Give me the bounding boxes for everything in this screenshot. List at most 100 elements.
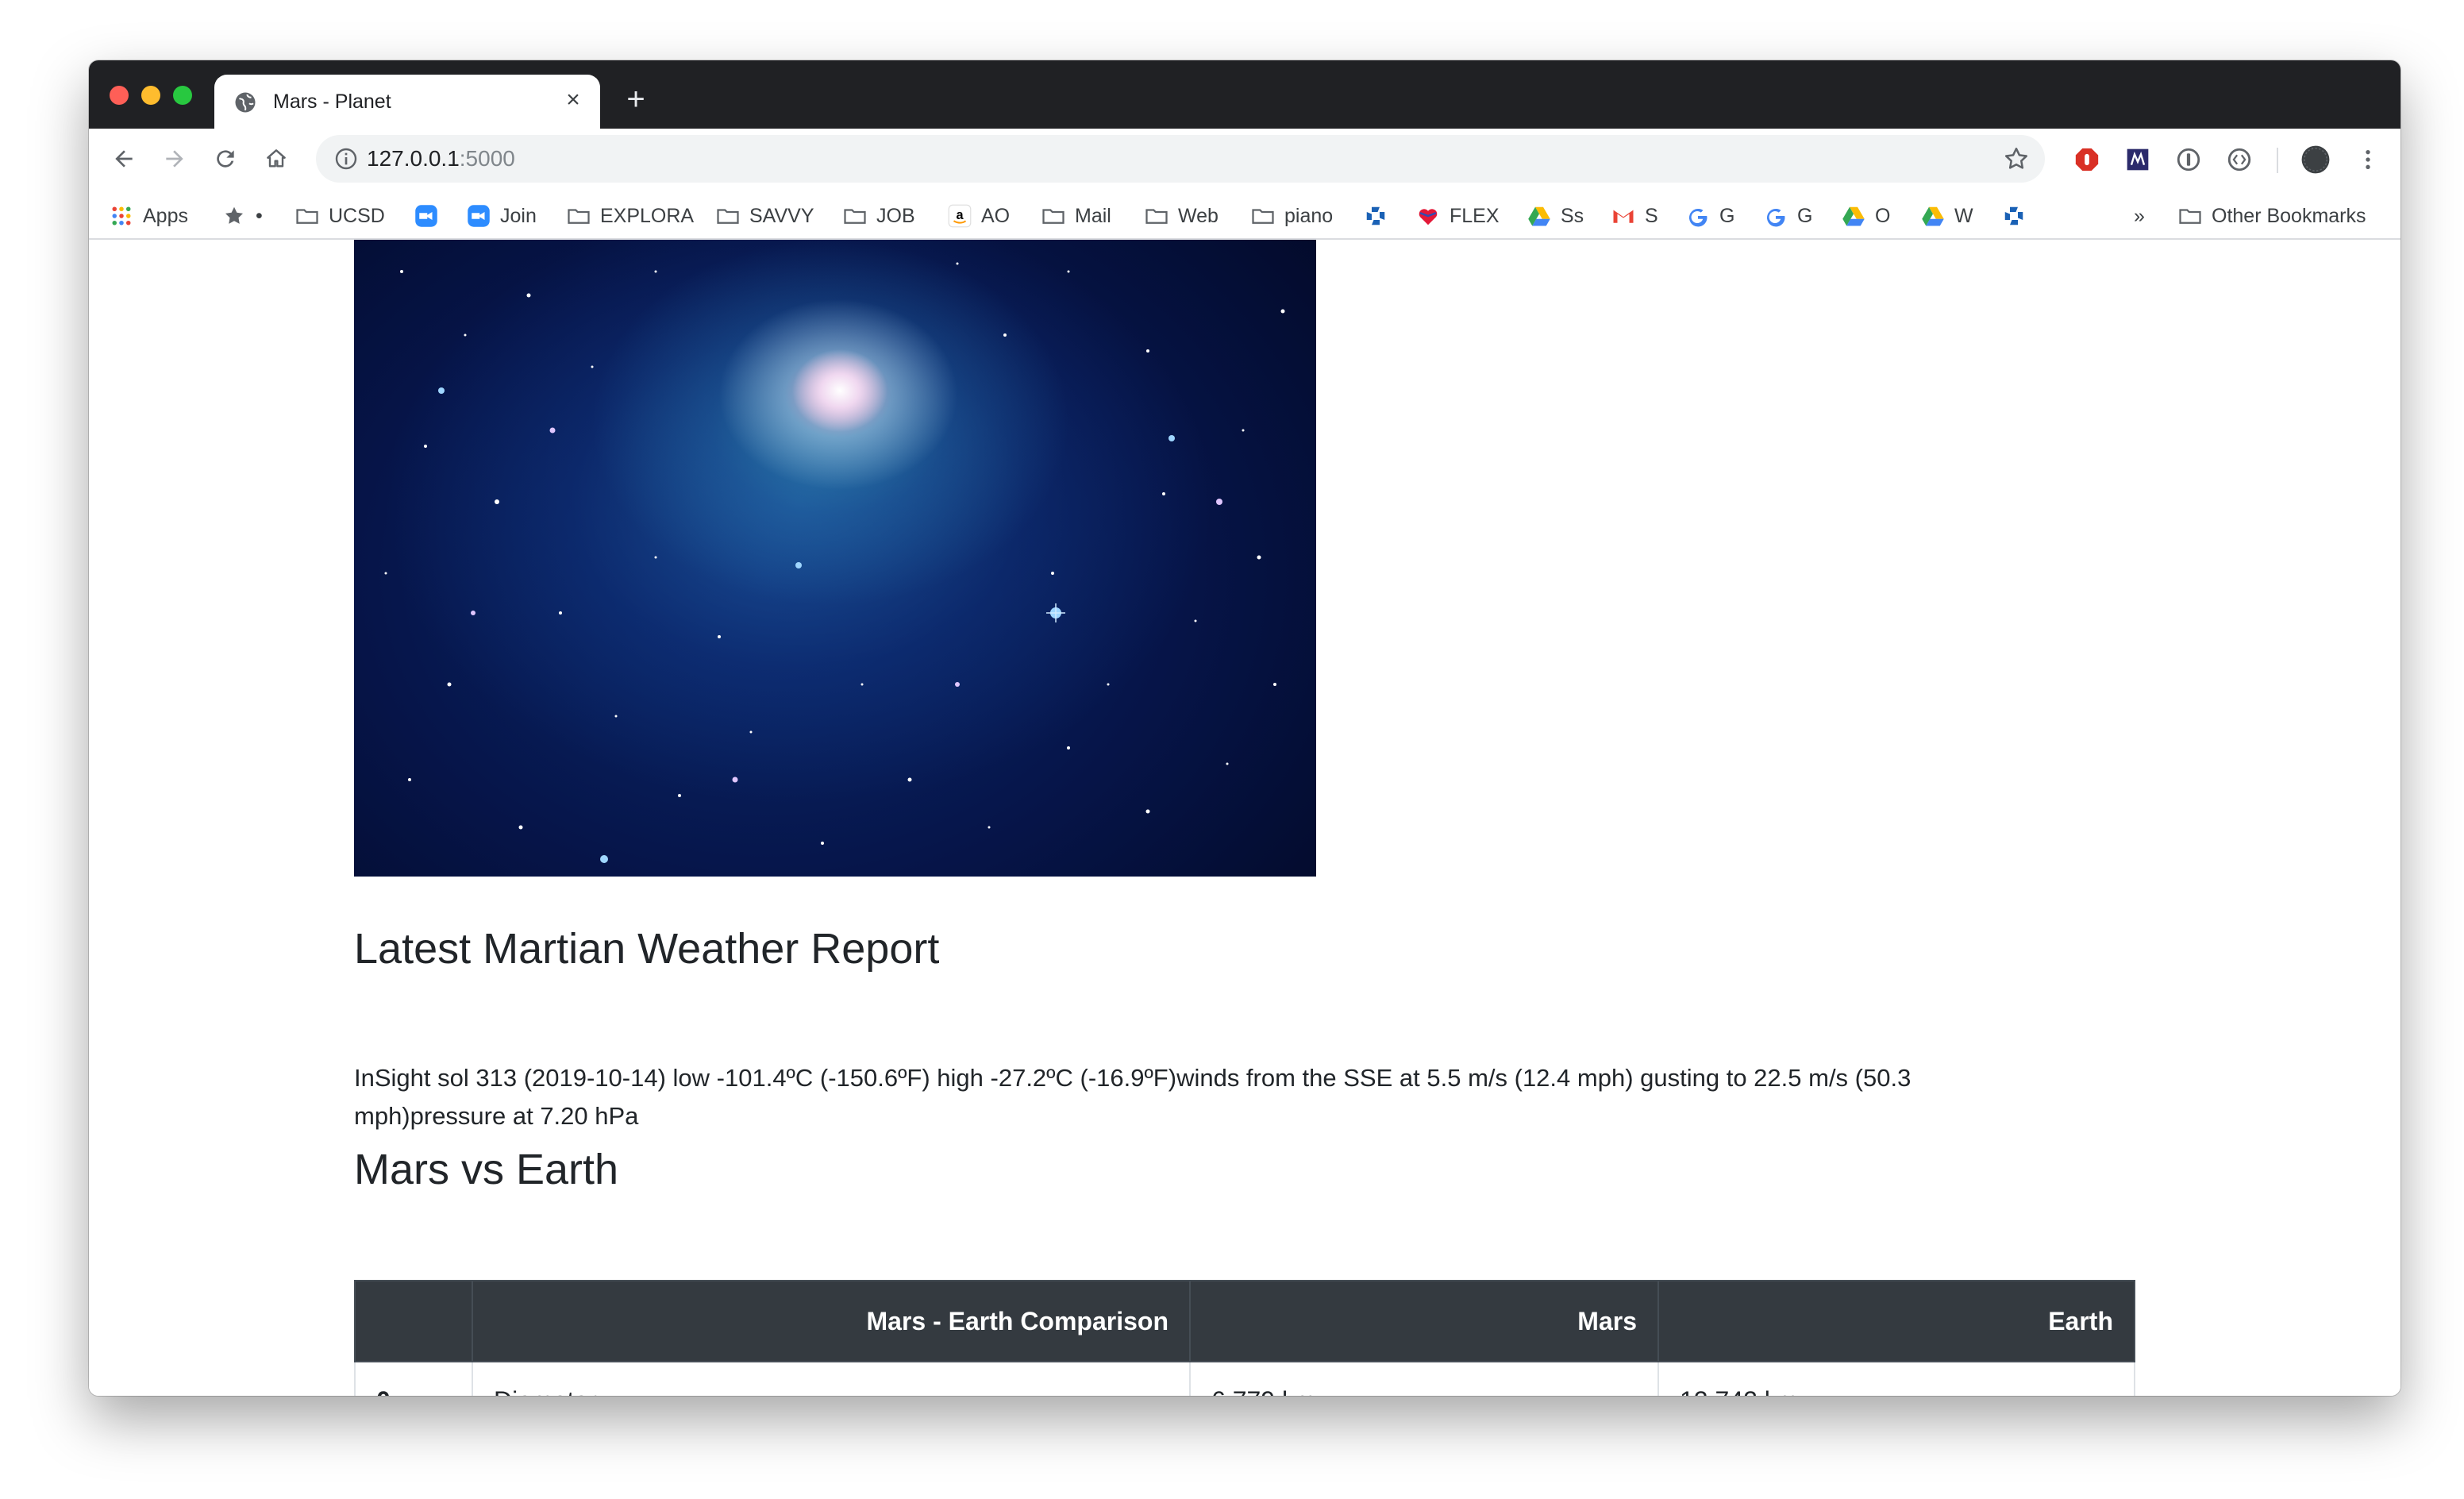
bookmark-flex[interactable]: FLEX: [1416, 202, 1500, 230]
heart-icon: [1419, 209, 1438, 225]
bookmark-label: Mail: [1075, 204, 1111, 227]
bookmark-mail[interactable]: Mail: [1041, 202, 1111, 230]
bookmark-label: FLEX: [1450, 204, 1500, 227]
window-minimize-button[interactable]: [141, 86, 160, 105]
bookmark-savvy[interactable]: SAVVY: [716, 202, 814, 230]
bookmark-label: JOB: [876, 204, 915, 227]
row-mars-value: 6,779 km: [1189, 1361, 1659, 1396]
star-icon: [225, 206, 243, 224]
reload-icon: [217, 150, 234, 168]
folder-icon: [844, 209, 866, 224]
info-icon[interactable]: [333, 146, 359, 171]
url-port: :5000: [459, 146, 515, 171]
menu-dots-icon[interactable]: [2353, 145, 2383, 175]
bookmark-ao[interactable]: a AO: [948, 202, 1010, 230]
back-button[interactable]: [105, 140, 143, 178]
bookmark-google-1[interactable]: G: [1686, 202, 1734, 230]
zoom-icon: [468, 205, 490, 227]
zoom-icon: [415, 205, 437, 227]
google-drive-icon: [1528, 206, 1550, 226]
bookmark-label: W: [1954, 204, 1973, 227]
column-header-mars: Mars: [1189, 1280, 1659, 1362]
bookmark-label: EXPLORA: [600, 204, 695, 227]
row-earth-value: 12,742 km: [1657, 1361, 2135, 1396]
bookmarks-bar: Apps • UCSD Join EXPLORA SAVVY JOB a AO …: [89, 191, 2400, 240]
bookmark-label: SAVVY: [749, 204, 814, 227]
folder-icon: [296, 209, 318, 224]
forward-button[interactable]: [156, 140, 194, 178]
reload-button[interactable]: [206, 140, 244, 178]
bookmark-star-icon[interactable]: [2002, 145, 2031, 173]
bookmark-join[interactable]: Join: [467, 202, 537, 230]
profile-avatar[interactable]: [2300, 145, 2331, 175]
page-viewport: Latest Martian Weather Report InSight so…: [89, 240, 2400, 1396]
bookmark-ucsd[interactable]: UCSD: [295, 202, 385, 230]
toolbar-divider: [2277, 148, 2278, 173]
bookmark-zoom[interactable]: [414, 202, 438, 230]
bookmark-apps[interactable]: Apps: [110, 202, 188, 230]
code-extension-icon[interactable]: [2224, 145, 2254, 175]
bookmarks-overflow-button[interactable]: »: [2134, 202, 2145, 230]
globe-icon: [235, 92, 256, 113]
tab-close-icon[interactable]: ×: [559, 86, 587, 114]
column-header-earth: Earth: [1657, 1280, 2135, 1362]
tab-title: Mars - Planet: [273, 91, 391, 113]
table-row: 0 Diameter: 6,779 km 12,742 km: [354, 1361, 2135, 1396]
new-tab-button[interactable]: +: [616, 79, 656, 119]
folder-icon: [1042, 209, 1065, 224]
bookmark-label: Apps: [143, 204, 188, 227]
forward-arrow-icon: [166, 150, 183, 168]
bookmark-label: S: [1645, 204, 1658, 227]
bookmark-piano[interactable]: piano: [1251, 202, 1333, 230]
bookmark-ss[interactable]: Ss: [1527, 202, 1584, 230]
adblock-extension-icon[interactable]: [2072, 145, 2102, 175]
tab-mars-planet[interactable]: Mars - Planet ×: [214, 75, 600, 129]
bookmark-label: UCSD: [329, 204, 385, 227]
weather-title: Latest Martian Weather Report: [354, 925, 940, 973]
google-icon: [1688, 208, 1707, 227]
m-extension-icon[interactable]: [2123, 145, 2153, 175]
bookmark-label: Other Bookmarks: [2212, 204, 2366, 227]
table-header-row: Mars - Earth Comparison Mars Earth: [354, 1280, 2135, 1362]
google-drive-icon: [1922, 206, 1944, 226]
bookmark-chase-2[interactable]: [2002, 202, 2026, 230]
chase-icon: [1365, 205, 1387, 227]
amazon-icon: a: [948, 204, 972, 228]
folder-icon: [2179, 209, 2201, 224]
home-button[interactable]: [257, 140, 295, 178]
bookmark-label: O: [1875, 204, 1891, 227]
bookmark-label: •: [256, 204, 263, 227]
bookmark-job[interactable]: JOB: [843, 202, 915, 230]
password-extension-icon[interactable]: [2173, 145, 2204, 175]
row-label: Diameter:: [472, 1361, 1191, 1396]
window-maximize-button[interactable]: [173, 86, 192, 105]
home-icon: [267, 149, 286, 168]
folder-icon: [568, 209, 590, 224]
svg-text:a: a: [956, 208, 964, 222]
bookmark-drive-w[interactable]: W: [1921, 202, 1973, 230]
folder-icon: [1252, 209, 1274, 224]
mars-earth-table: Mars - Earth Comparison Mars Earth 0 Dia…: [354, 1280, 2135, 1396]
bookmark-google-2[interactable]: G: [1764, 202, 1812, 230]
column-header-comparison: Mars - Earth Comparison: [472, 1280, 1191, 1362]
bookmark-label: Ss: [1561, 204, 1584, 227]
google-drive-icon: [1842, 206, 1865, 226]
folder-icon: [717, 209, 739, 224]
bookmark-explora[interactable]: EXPLORA: [567, 202, 694, 230]
bookmark-label: Web: [1178, 204, 1219, 227]
column-header-index: [354, 1280, 473, 1362]
bookmark-starred[interactable]: •: [222, 202, 263, 230]
bookmark-web[interactable]: Web: [1145, 202, 1219, 230]
tab-strip: Mars - Planet × +: [89, 60, 2400, 129]
bookmark-label: piano: [1284, 204, 1334, 227]
bookmark-drive-o[interactable]: O: [1842, 202, 1890, 230]
galaxy-image: [354, 240, 1316, 877]
bookmark-label: AO: [981, 204, 1011, 227]
bookmark-other[interactable]: Other Bookmarks: [2178, 202, 2366, 230]
window-close-button[interactable]: [110, 86, 129, 105]
bookmark-chase[interactable]: [1364, 202, 1388, 230]
address-bar[interactable]: 127.0.0.1:5000: [316, 135, 2045, 183]
toolbar: 127.0.0.1:5000: [89, 129, 2400, 191]
gmail-icon: [1613, 210, 1634, 223]
bookmark-gmail[interactable]: S: [1611, 202, 1658, 230]
